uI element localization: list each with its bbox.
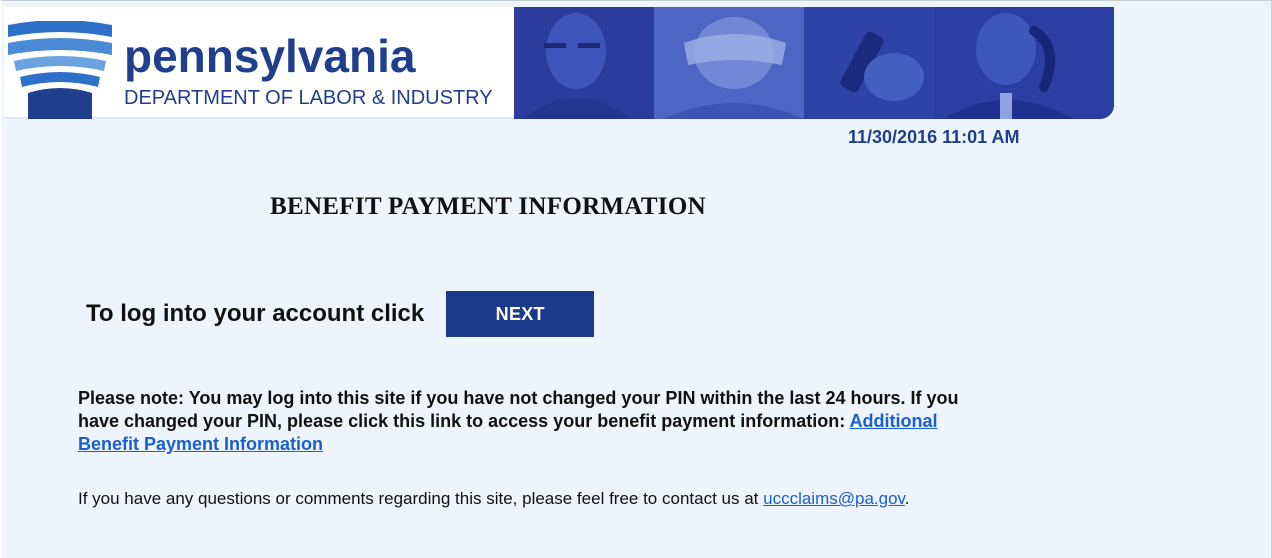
header-banner: pennsylvania DEPARTMENT OF LABOR & INDUS… xyxy=(4,7,1114,119)
pin-note-text: Please note: You may log into this site … xyxy=(78,388,959,431)
timestamp: 11/30/2016 11:01 AM xyxy=(848,127,1020,147)
contact-info: If you have any questions or comments re… xyxy=(78,487,978,511)
logo-subtitle: DEPARTMENT OF LABOR & INDUSTRY xyxy=(124,87,493,109)
login-prompt: To log into your account click xyxy=(86,300,425,327)
login-row: To log into your account click NEXT xyxy=(86,291,595,337)
page-title: BENEFIT PAYMENT INFORMATION xyxy=(270,193,706,220)
contact-text-end: . xyxy=(904,489,910,508)
contact-email-link[interactable]: uccclaims@pa.gov xyxy=(763,489,905,508)
banner-photo-image xyxy=(514,7,1114,119)
logo-title: pennsylvania xyxy=(124,30,416,82)
keystone-logo-icon xyxy=(8,21,112,119)
pin-note: Please note: You may log into this site … xyxy=(78,387,998,456)
logo-area: pennsylvania DEPARTMENT OF LABOR & INDUS… xyxy=(4,7,514,119)
contact-text: If you have any questions or comments re… xyxy=(78,489,764,508)
banner-photo-strip xyxy=(514,7,1114,119)
page-frame: pennsylvania DEPARTMENT OF LABOR & INDUS… xyxy=(0,0,1272,558)
next-button[interactable]: NEXT xyxy=(446,291,595,337)
